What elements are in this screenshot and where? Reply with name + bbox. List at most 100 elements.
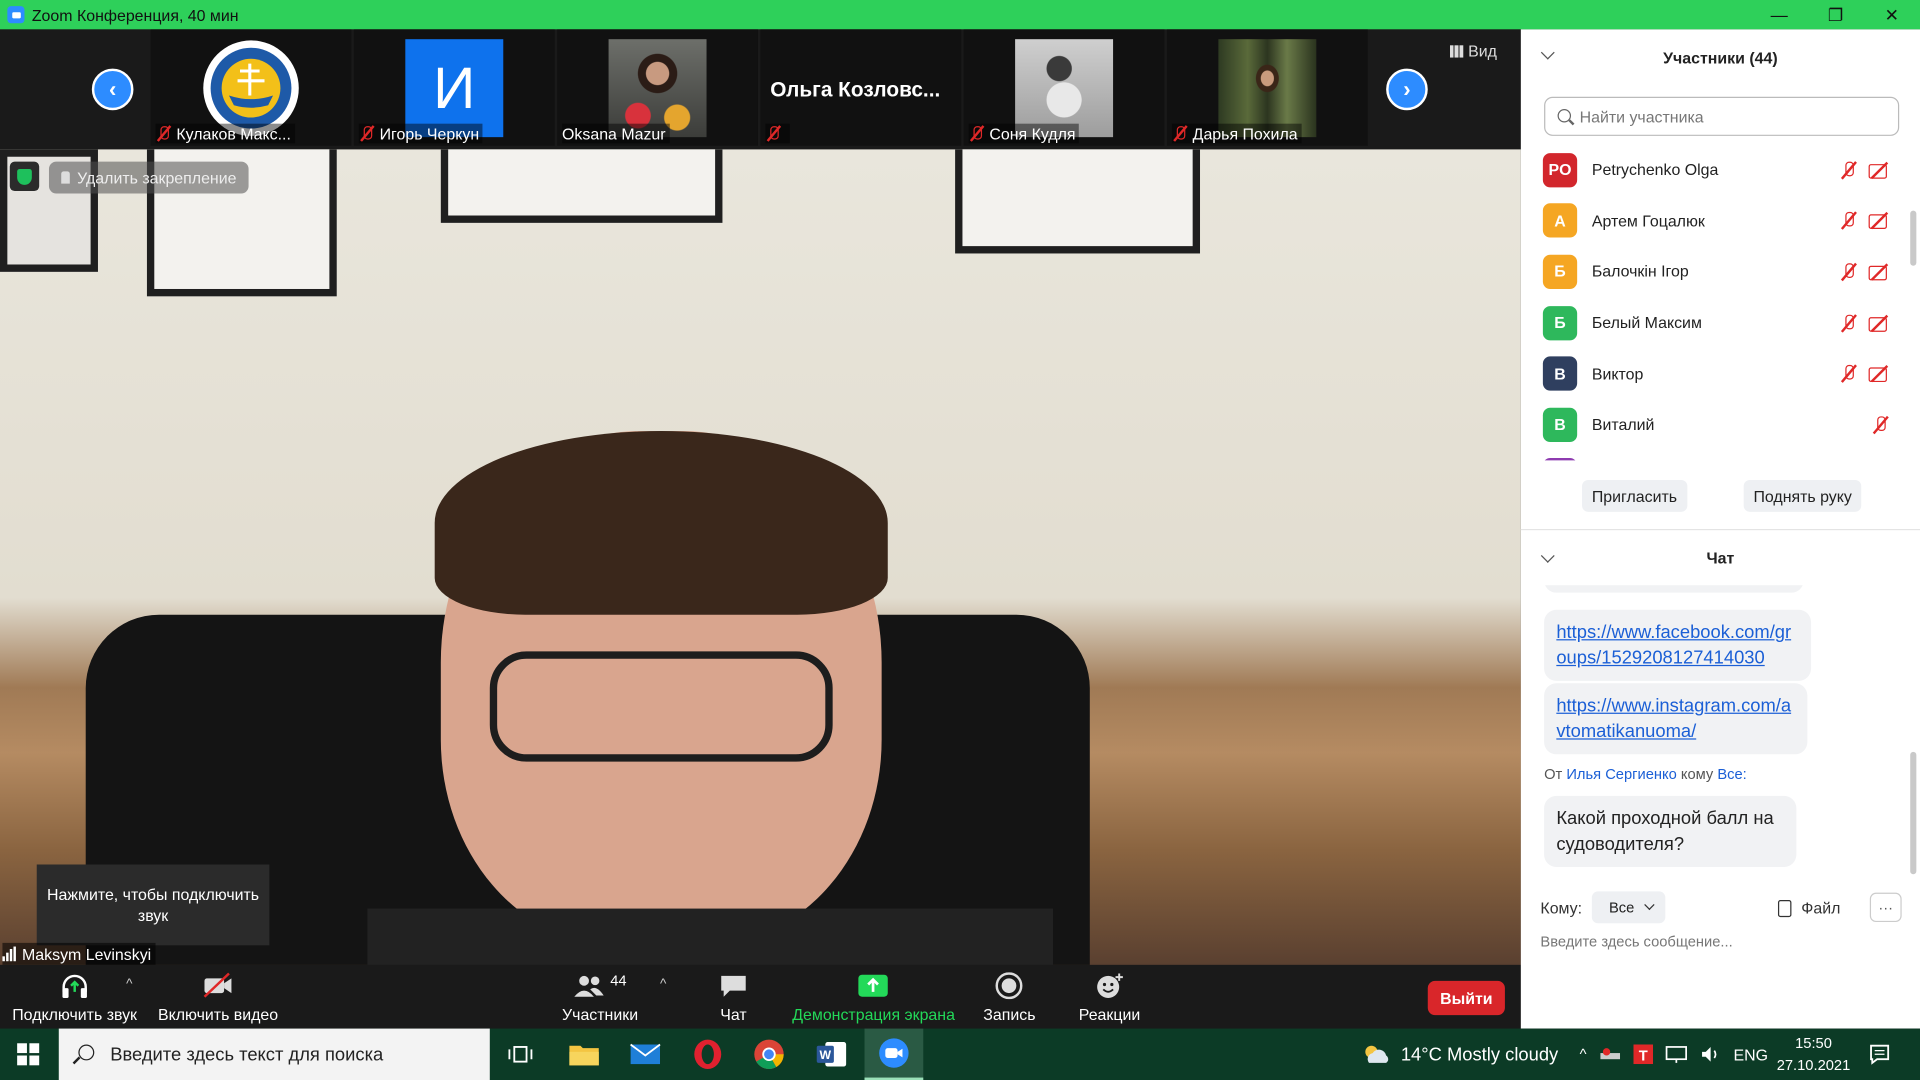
file-explorer-icon[interactable] bbox=[566, 1036, 603, 1073]
participant-name-display: Ольга Козловс... bbox=[770, 78, 941, 102]
task-view-icon[interactable] bbox=[502, 1036, 539, 1073]
mic-muted-icon bbox=[1839, 211, 1859, 231]
thumbnail-tile[interactable]: Oksana Mazur bbox=[557, 29, 758, 146]
thumbnail-tile[interactable]: Дарья Похила bbox=[1166, 29, 1368, 146]
participant-photo bbox=[1218, 39, 1317, 138]
thumbnail-tile[interactable]: Ольга Козловс... bbox=[760, 29, 962, 146]
chat-sender-name[interactable]: Илья Сергиенко bbox=[1566, 765, 1676, 782]
main-video[interactable]: Удалить закрепление Нажмите, чтобы подкл… bbox=[0, 149, 1521, 965]
collapse-participants-chevron-icon[interactable] bbox=[1540, 45, 1555, 60]
participant-name: Артем Гоцалюк bbox=[1591, 211, 1705, 231]
participants-button[interactable]: 44 Участники bbox=[562, 965, 638, 1029]
participant-name: Балочкін Ігор bbox=[1591, 262, 1689, 282]
chat-button[interactable]: Чат bbox=[718, 965, 750, 1029]
notifications-icon[interactable] bbox=[1869, 1043, 1891, 1065]
thumbnail-caption: Игорь Черкун bbox=[358, 123, 483, 144]
signal-strength-icon bbox=[2, 946, 16, 962]
unpin-button[interactable]: Удалить закрепление bbox=[48, 161, 249, 194]
participants-count: 44 bbox=[610, 972, 627, 990]
mic-muted-icon bbox=[1839, 364, 1859, 384]
participant-row[interactable]: Б Белый Максим bbox=[1521, 297, 1913, 348]
participant-search-input[interactable]: Найти участника bbox=[1544, 96, 1900, 136]
mail-icon[interactable] bbox=[627, 1036, 664, 1073]
network-icon[interactable] bbox=[1599, 1046, 1621, 1063]
chat-scrollbar[interactable] bbox=[1910, 751, 1917, 875]
chrome-browser-icon[interactable] bbox=[751, 1036, 788, 1073]
speaker-suit bbox=[367, 908, 1054, 965]
headphones-icon bbox=[62, 974, 87, 998]
mic-muted-icon bbox=[1871, 415, 1891, 435]
participant-row[interactable] bbox=[1521, 450, 1913, 461]
chat-link[interactable]: https://www.facebook.com/groups/15292081… bbox=[1556, 622, 1791, 669]
antivirus-icon[interactable]: T bbox=[1633, 1044, 1653, 1065]
chat-recipient: Все: bbox=[1717, 765, 1747, 783]
thumbnail-caption: Соня Кудля bbox=[968, 123, 1080, 144]
zoom-app-icon bbox=[7, 6, 25, 24]
chat-message-input[interactable]: Введите здесь сообщение... bbox=[1540, 933, 1732, 950]
tray-chevron-up-icon[interactable]: ^ bbox=[1580, 1046, 1587, 1063]
restore-button[interactable]: ❐ bbox=[1807, 0, 1863, 29]
start-video-button[interactable]: Включить видео bbox=[158, 965, 278, 1029]
chat-message bbox=[1544, 585, 1804, 593]
taskbar-clock[interactable]: 15:50 27.10.2021 bbox=[1769, 1032, 1857, 1076]
input-language[interactable]: ENG bbox=[1733, 1045, 1767, 1063]
reactions-button[interactable]: Реакции bbox=[1079, 965, 1140, 1029]
thumbnail-tile[interactable]: Соня Кудля bbox=[963, 29, 1165, 146]
participants-options-caret[interactable]: ^ bbox=[660, 977, 666, 992]
chat-more-button[interactable]: ··· bbox=[1869, 892, 1902, 923]
word-icon[interactable]: W bbox=[813, 1036, 850, 1073]
raise-hand-button[interactable]: Поднять руку bbox=[1743, 480, 1862, 512]
video-off-icon bbox=[203, 972, 232, 998]
send-file-button[interactable]: Файл bbox=[1777, 899, 1840, 917]
university-logo bbox=[202, 39, 300, 137]
windows-start-icon[interactable] bbox=[17, 1043, 40, 1066]
record-button[interactable]: Запись bbox=[983, 965, 1036, 1029]
participant-row[interactable]: Б Балочкін Ігор bbox=[1521, 246, 1913, 297]
chat-link[interactable]: https://www.instagram.com/avtomatikanuom… bbox=[1556, 696, 1791, 743]
audio-options-caret[interactable]: ^ bbox=[126, 977, 132, 992]
participant-name: Виктор bbox=[1591, 364, 1644, 383]
video-off-icon bbox=[1868, 262, 1891, 282]
join-audio-button[interactable]: Подключить звук bbox=[12, 965, 137, 1029]
minimize-button[interactable]: — bbox=[1751, 0, 1807, 29]
recipient-select[interactable]: Все bbox=[1591, 891, 1666, 924]
window-title: Zoom Конференция, 40 мин bbox=[31, 5, 239, 24]
thumbnail-caption: Кулаков Макс... bbox=[155, 123, 295, 144]
participant-name: Petrychenko Olga bbox=[1591, 160, 1719, 180]
mic-muted-icon bbox=[969, 125, 986, 142]
strip-next-button[interactable]: › bbox=[1386, 68, 1428, 111]
windows-taskbar: Введите здесь текст для поиска W 14°C Mo… bbox=[0, 1028, 1920, 1080]
opera-browser-icon[interactable] bbox=[689, 1036, 726, 1073]
speaker-glasses bbox=[489, 651, 833, 762]
display-icon[interactable] bbox=[1665, 1044, 1687, 1064]
participant-row[interactable]: А Артем Гоцалюк bbox=[1521, 195, 1913, 246]
participant-row[interactable]: PO Petrychenko Olga bbox=[1521, 144, 1913, 195]
chevron-down-icon bbox=[1644, 899, 1655, 911]
thumbnail-tile[interactable]: Кулаков Макс... bbox=[150, 29, 352, 146]
connect-audio-tooltip[interactable]: Нажмите, чтобы подключить звук bbox=[36, 864, 270, 946]
mic-muted-icon bbox=[359, 125, 376, 142]
panel-divider bbox=[1520, 528, 1920, 531]
speaker-icon[interactable] bbox=[1699, 1044, 1721, 1064]
share-screen-icon bbox=[858, 974, 889, 997]
participant-row[interactable]: В Виталий bbox=[1521, 399, 1913, 450]
participant-row[interactable]: В Виктор bbox=[1521, 348, 1913, 399]
strip-prev-button[interactable]: ‹ bbox=[91, 68, 134, 111]
weather-widget[interactable]: 14°C Mostly cloudy bbox=[1362, 1029, 1558, 1080]
taskbar-search-input[interactable]: Введите здесь текст для поиска bbox=[58, 1028, 490, 1080]
chat-message: https://www.instagram.com/avtomatikanuom… bbox=[1544, 683, 1808, 755]
participant-avatar bbox=[1542, 458, 1578, 461]
zoom-taskbar-icon[interactable] bbox=[864, 1028, 924, 1080]
security-shield-icon[interactable] bbox=[9, 161, 40, 192]
invite-button[interactable]: Пригласить bbox=[1582, 480, 1687, 512]
thumbnail-caption bbox=[765, 123, 790, 144]
thumbnail-tile[interactable]: И Игорь Черкун bbox=[353, 29, 555, 146]
participants-scrollbar[interactable] bbox=[1910, 210, 1917, 266]
collapse-chat-chevron-icon[interactable] bbox=[1540, 548, 1555, 563]
share-screen-button[interactable]: Демонстрация экрана bbox=[792, 965, 955, 1029]
view-button[interactable]: Вид bbox=[1449, 42, 1497, 60]
close-button[interactable]: ✕ bbox=[1864, 0, 1920, 29]
search-icon bbox=[78, 1044, 95, 1061]
leave-meeting-button[interactable]: Выйти bbox=[1427, 980, 1505, 1016]
wall-frame bbox=[440, 149, 723, 223]
